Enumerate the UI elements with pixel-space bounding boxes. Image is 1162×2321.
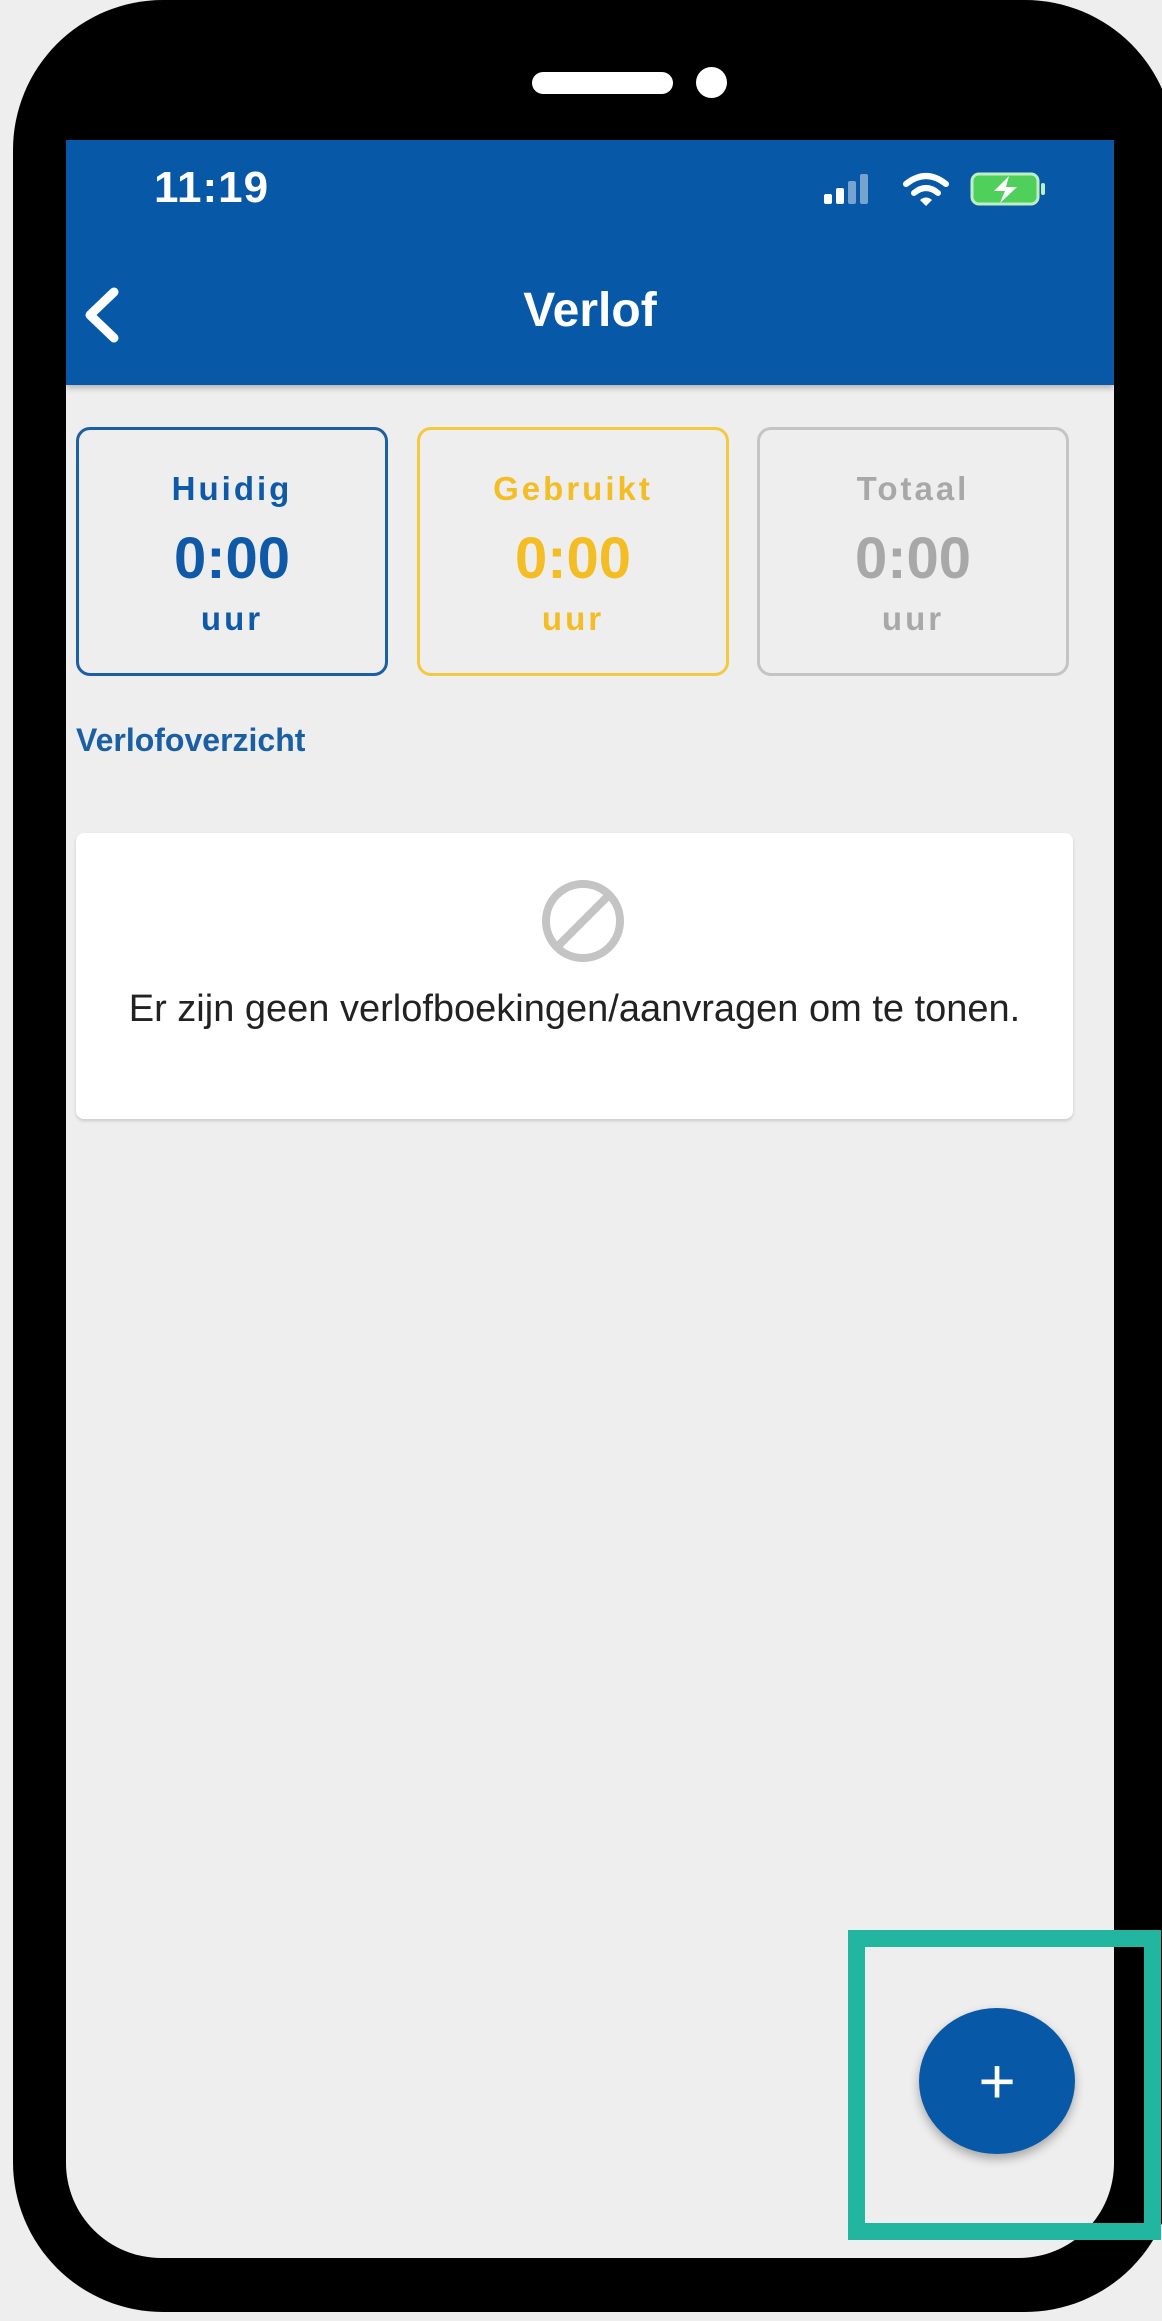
prohibited-icon	[542, 880, 624, 962]
stage: 11:19 Verlof Huidig 0:00 uur Gebruikt 0:…	[0, 0, 1162, 2321]
card-unit: uur	[541, 600, 605, 637]
page-title: Verlof	[523, 284, 657, 337]
wifi-icon	[903, 173, 949, 206]
app-header: 11:19 Verlof	[66, 140, 1114, 385]
card-value: 0:00	[514, 526, 632, 591]
card-label: Totaal	[856, 470, 970, 507]
empty-state-message: Er zijn geen verlofboekingen/aanvragen o…	[128, 988, 1021, 1030]
section-title: Verlofoverzicht	[76, 722, 306, 758]
card-label: Huidig	[171, 470, 293, 507]
camera-dot	[696, 67, 727, 98]
summary-card-used: Gebruikt 0:00 uur	[417, 427, 729, 676]
summary-card-current: Huidig 0:00 uur	[76, 427, 388, 676]
status-icons	[824, 172, 1045, 206]
status-time: 11:19	[154, 163, 270, 212]
battery-charging-icon	[970, 172, 1045, 206]
summary-card-total: Totaal 0:00 uur	[757, 427, 1069, 676]
card-value: 0:00	[173, 526, 291, 591]
card-label: Gebruikt	[493, 470, 653, 507]
empty-state-card: Er zijn geen verlofboekingen/aanvragen o…	[76, 833, 1073, 1119]
card-value: 0:00	[854, 526, 972, 591]
card-unit: uur	[881, 600, 945, 637]
highlight-box	[848, 1930, 1161, 2240]
speaker-notch	[532, 72, 673, 94]
card-unit: uur	[200, 600, 264, 637]
cellular-signal-icon	[824, 174, 868, 204]
